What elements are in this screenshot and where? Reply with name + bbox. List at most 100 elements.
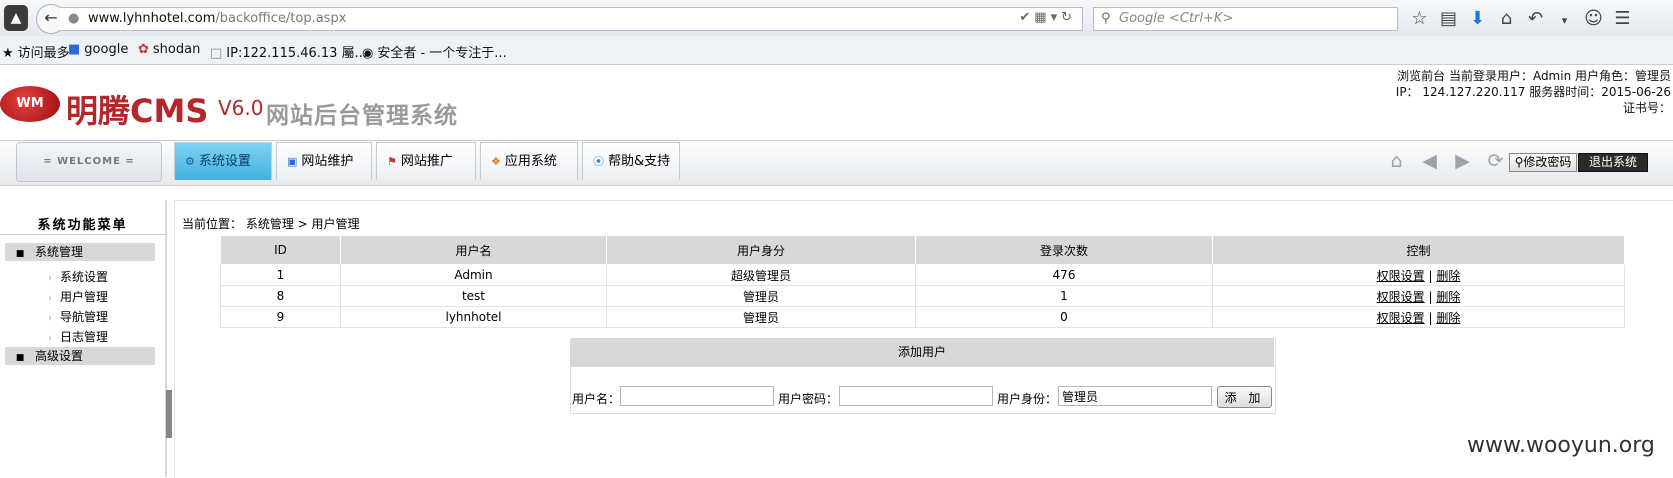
cell-id: 9 xyxy=(220,306,341,328)
user-table: ID 用户名 用户身分 登录次数 控制 1 Admin 超级管理员 476 权限… xyxy=(220,235,1625,328)
search-bar[interactable]: ⚲ Google <Ctrl+K> xyxy=(1093,7,1398,31)
tab-help-support[interactable]: ⦿ 帮助&支持 xyxy=(582,142,680,180)
tab-applications[interactable]: ❖ 应用系统 xyxy=(480,142,578,180)
sidebar-item-system-settings[interactable]: › 系统设置 xyxy=(48,268,108,285)
password-label: 用户密码： xyxy=(778,392,839,406)
chat-icon[interactable]: ☺ xyxy=(1579,8,1608,29)
github-icon: ◉ xyxy=(362,46,374,61)
cell-username: lyhnhotel xyxy=(340,306,607,328)
chevron-right-icon: › xyxy=(48,333,52,344)
address-bar[interactable]: ● www.lyhnhotel.com/backoffice/top.aspx … xyxy=(60,7,1083,31)
permission-link[interactable]: 权限设置 xyxy=(1377,311,1425,325)
permission-link[interactable]: 权限设置 xyxy=(1377,290,1425,304)
sidebar-item-nav-management[interactable]: › 导航管理 xyxy=(48,308,108,325)
table-row: 1 Admin 超级管理员 476 权限设置 | 删除 xyxy=(220,264,1625,286)
bookmark-ip[interactable]: □ IP:122.115.46.13 屬... xyxy=(210,42,367,61)
toolbar-icons: ☆ ▤ ⬇ ⌂ ↶ ▾ ☺ ☰ xyxy=(1405,8,1637,29)
google-icon: ■ xyxy=(68,42,81,57)
menu-icon[interactable]: ☰ xyxy=(1608,8,1637,29)
permission-link[interactable]: 权限设置 xyxy=(1377,269,1425,283)
gear-icon: ⚙ xyxy=(185,155,195,168)
cell-role: 管理员 xyxy=(606,306,916,328)
logo-globe-icon: WM xyxy=(0,86,60,122)
cell-id: 1 xyxy=(220,264,341,286)
password-input[interactable] xyxy=(839,386,993,406)
page-icon: □ xyxy=(210,46,223,61)
flag-icon: ⚑ xyxy=(387,155,397,168)
table-header-row: ID 用户名 用户身分 登录次数 控制 xyxy=(220,235,1625,265)
column-header-logins: 登录次数 xyxy=(915,235,1213,265)
url-action-icons[interactable]: ✔▦▾↻ xyxy=(1019,10,1076,25)
username-input[interactable] xyxy=(620,386,774,406)
sidebar-group-advanced[interactable]: ■ 高级设置 xyxy=(5,347,155,365)
delete-link[interactable]: 删除 xyxy=(1436,269,1460,283)
bookmarks-list-icon[interactable]: ▤ xyxy=(1434,8,1463,29)
add-user-title: 添加用户 xyxy=(570,338,1274,367)
welcome-label: = WELCOME = xyxy=(16,142,162,182)
action-separator: | xyxy=(1428,268,1433,283)
shodan-icon: ✿ xyxy=(138,42,149,57)
cell-id: 8 xyxy=(220,285,341,307)
chevron-right-icon: › xyxy=(48,293,52,304)
shield-icon[interactable]: ▲ xyxy=(4,5,28,31)
home-icon[interactable]: ⌂ xyxy=(1492,8,1521,29)
bullet-icon: ■ xyxy=(15,249,25,259)
breadcrumb: 当前位置： 系统管理 > 用户管理 xyxy=(182,217,360,231)
cell-username: test xyxy=(340,285,607,307)
column-header-role: 用户身分 xyxy=(606,235,916,265)
tab-system-settings[interactable]: ⚙ 系统设置 xyxy=(174,142,272,180)
search-placeholder: Google <Ctrl+K> xyxy=(1119,11,1234,26)
action-separator: | xyxy=(1428,289,1433,304)
nav-icon-group: ⌂ ◀ ▶ ⟳ xyxy=(1380,150,1512,172)
refresh-icon[interactable]: ⟳ xyxy=(1479,150,1512,172)
logo-version: V6.0 xyxy=(218,96,264,120)
download-icon[interactable]: ⬇ xyxy=(1463,8,1492,29)
column-header-username: 用户名 xyxy=(340,235,607,265)
undo-icon[interactable]: ↶ xyxy=(1521,8,1550,29)
cell-role: 管理员 xyxy=(606,285,916,307)
globe-icon: ● xyxy=(68,11,80,26)
cell-control: 权限设置 | 删除 xyxy=(1212,285,1625,307)
cell-logins: 1 xyxy=(915,285,1213,307)
back-icon[interactable]: ◀ xyxy=(1413,150,1446,172)
bullet-icon: ■ xyxy=(15,353,25,363)
cell-logins: 0 xyxy=(915,306,1213,328)
delete-link[interactable]: 删除 xyxy=(1436,311,1460,325)
sidebar-divider xyxy=(0,234,165,235)
tab-site-promotion[interactable]: ⚑ 网站推广 xyxy=(376,142,476,180)
user-info-line1: 浏览前台 当前登录用户：Admin 用户角色：管理员 xyxy=(1397,69,1671,83)
watermark: www.wooyun.org xyxy=(1467,433,1655,458)
cell-role: 超级管理员 xyxy=(606,264,916,286)
logo-subtitle: 网站后台管理系统 xyxy=(266,103,458,129)
logo-brand: 明腾CMS xyxy=(66,92,209,130)
cell-control: 权限设置 | 删除 xyxy=(1212,264,1625,286)
table-row: 8 test 管理员 1 权限设置 | 删除 xyxy=(220,285,1625,307)
role-input[interactable] xyxy=(1058,386,1212,406)
bookmark-google[interactable]: ■ google xyxy=(68,42,128,57)
chevron-right-icon: › xyxy=(48,273,52,284)
star-icon[interactable]: ☆ xyxy=(1405,8,1434,29)
logout-button[interactable]: 退出系统 xyxy=(1578,153,1648,172)
sidebar-item-user-management[interactable]: › 用户管理 xyxy=(48,288,108,305)
column-header-id: ID xyxy=(220,235,341,265)
forward-icon[interactable]: ▶ xyxy=(1446,150,1479,172)
bookmark-most-visited[interactable]: ★ 访问最多 xyxy=(2,42,70,61)
cell-username: Admin xyxy=(340,264,607,286)
table-row: 9 lyhnhotel 管理员 0 权限设置 | 删除 xyxy=(220,306,1625,328)
user-info-line3: 证书号： xyxy=(1622,101,1671,115)
bookmark-anquanzhe[interactable]: ◉ 安全者 - 一个专注于... xyxy=(362,42,507,61)
home-icon[interactable]: ⌂ xyxy=(1380,150,1413,172)
add-user-button[interactable]: 添 加 xyxy=(1217,386,1272,408)
change-password-button[interactable]: ⚲修改密码 xyxy=(1509,153,1577,172)
tab-site-maintenance[interactable]: ▣ 网站维护 xyxy=(276,142,372,180)
dropdown-icon[interactable]: ▾ xyxy=(1550,14,1579,27)
role-label: 用户身份： xyxy=(997,392,1058,406)
splitter-handle[interactable] xyxy=(166,390,172,438)
sidebar-group-system[interactable]: ■ 系统管理 xyxy=(5,243,155,261)
search-icon: ⚲ xyxy=(1101,11,1111,26)
user-info: 浏览前台 当前登录用户：Admin 用户角色：管理员 IP： 124.127.2… xyxy=(1396,68,1671,116)
delete-link[interactable]: 删除 xyxy=(1436,290,1460,304)
bookmark-shodan[interactable]: ✿ shodan xyxy=(138,42,200,57)
sidebar-item-log-management[interactable]: › 日志管理 xyxy=(48,328,108,345)
bookmark-icon: ★ xyxy=(2,46,14,61)
